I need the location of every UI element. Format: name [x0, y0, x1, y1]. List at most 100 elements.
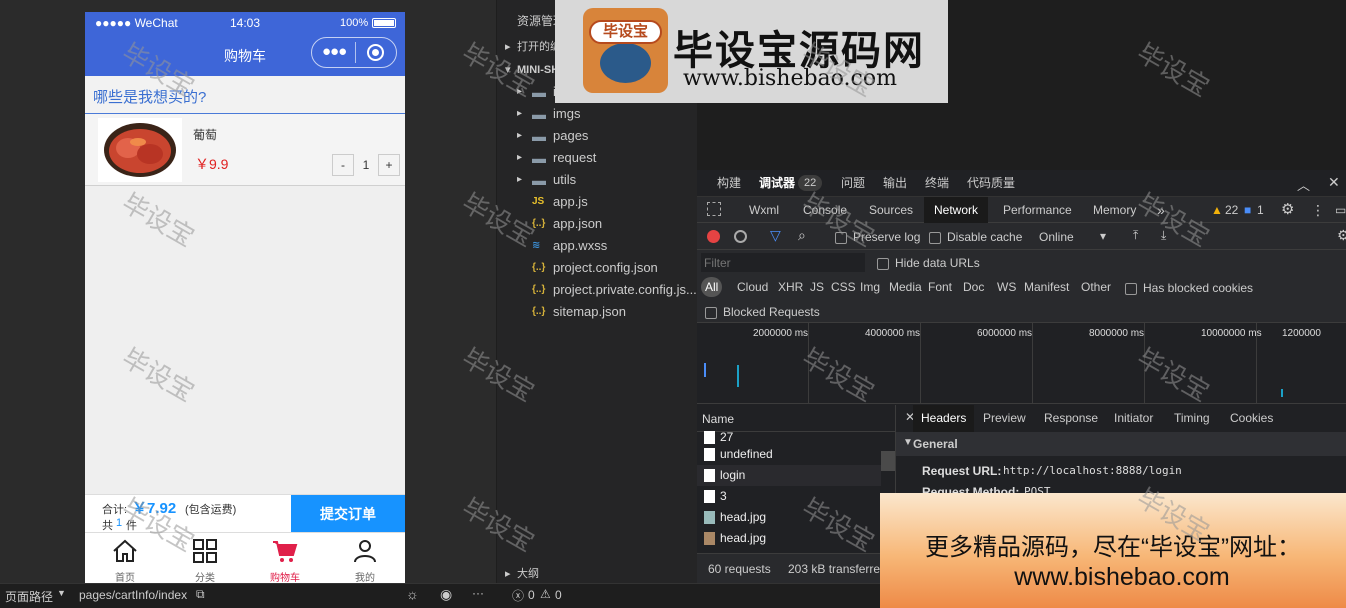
blocked-cookies-checkbox[interactable]	[1125, 281, 1137, 295]
download-icon[interactable]: ⤓	[1161, 228, 1166, 243]
cart-item[interactable]: 葡萄 ￥9.9 - 1 +	[85, 114, 405, 186]
page-path-value[interactable]: pages/cartInfo/index	[79, 588, 187, 602]
tab-build[interactable]: 构建	[717, 170, 741, 196]
tab-console[interactable]: Console	[803, 197, 847, 223]
detail-tab-initiator[interactable]: Initiator	[1106, 405, 1161, 432]
tab-debugger[interactable]: 调试器	[759, 170, 795, 196]
request-row[interactable]: head.jpg	[697, 528, 881, 549]
tab-sources[interactable]: Sources	[869, 197, 913, 223]
explorer-item-project-config-json[interactable]: {..} project.config.json	[497, 257, 697, 279]
tab-output[interactable]: 输出	[883, 170, 907, 196]
tab-memory[interactable]: Memory	[1093, 197, 1136, 223]
explorer-item-app-wxss[interactable]: ≋ app.wxss	[497, 235, 697, 257]
type-filter-manifest[interactable]: Manifest	[1020, 277, 1073, 297]
name-column-header[interactable]: Name	[702, 412, 734, 426]
tab-problems[interactable]: 问题	[841, 170, 865, 196]
dock-icon[interactable]: ▭	[1335, 197, 1346, 223]
type-filter-xhr[interactable]: XHR	[774, 277, 807, 297]
clear-icon[interactable]	[734, 230, 747, 243]
detail-tab-cookies[interactable]: Cookies	[1222, 405, 1281, 432]
explorer-item-app-json[interactable]: {..} app.json	[497, 213, 697, 235]
caret-down-icon[interactable]: ▼	[57, 588, 66, 598]
search-icon[interactable]: ⌕	[798, 227, 806, 244]
qty-minus-button[interactable]: -	[332, 154, 354, 176]
type-filter-other[interactable]: Other	[1077, 277, 1115, 297]
checkbox[interactable]	[929, 231, 941, 244]
tab-home[interactable]: 首页	[85, 533, 165, 583]
more-icon[interactable]: ···	[472, 586, 484, 600]
explorer-item-pages[interactable]: ▸ ▬ pages	[497, 125, 697, 147]
kebab-menu-icon[interactable]: ⋮	[1311, 197, 1325, 223]
type-filter-font[interactable]: Font	[924, 277, 956, 297]
close-miniprogram-icon[interactable]	[367, 44, 384, 61]
detail-tab-timing[interactable]: Timing	[1166, 405, 1218, 432]
request-row[interactable]: head.jpg	[697, 507, 881, 528]
warning-count[interactable]: 0	[555, 588, 562, 602]
chevron-up-icon[interactable]: ︿	[1297, 175, 1310, 194]
explorer-item-utils[interactable]: ▸ ▬ utils	[497, 169, 697, 191]
explorer-item-request[interactable]: ▸ ▬ request	[497, 147, 697, 169]
submit-order-button[interactable]: 提交订单	[291, 495, 405, 533]
checkbox[interactable]	[877, 257, 889, 270]
tab-terminal[interactable]: 终端	[925, 170, 949, 196]
more-dots-icon[interactable]: ●●●	[322, 43, 347, 60]
page-path-label[interactable]: 页面路径	[5, 588, 53, 605]
filter-icon[interactable]: ▽	[770, 227, 781, 244]
filter-input[interactable]	[701, 253, 865, 272]
more-tabs-icon[interactable]: »	[1157, 197, 1165, 223]
general-section-header[interactable]: ▼ General	[896, 432, 1346, 456]
request-list-scrollbar[interactable]	[881, 451, 895, 471]
tab-network[interactable]: Network	[924, 197, 989, 223]
caret-down-icon[interactable]: ▾	[1100, 229, 1106, 243]
explorer-item-imgs[interactable]: ▸ ▬ imgs	[497, 103, 697, 125]
type-filter-ws[interactable]: WS	[993, 277, 1020, 297]
eye-icon[interactable]: ◉	[440, 586, 452, 603]
request-row[interactable]: login	[697, 465, 881, 486]
type-filter-js[interactable]: JS	[806, 277, 828, 297]
info-count[interactable]: 1	[1257, 197, 1264, 223]
error-count[interactable]: 0	[528, 588, 535, 602]
type-filter-cloud[interactable]: Cloud	[733, 277, 772, 297]
type-filter-css[interactable]: CSS	[827, 277, 860, 297]
checkbox[interactable]	[705, 306, 717, 319]
wechat-capsule[interactable]: ●●●	[311, 37, 397, 68]
explorer-item-project-private-config-js-[interactable]: {..} project.private.config.js...	[497, 279, 697, 301]
copy-icon[interactable]: ⧉	[196, 587, 205, 602]
outline-section[interactable]: ▸ 大纲	[497, 563, 697, 585]
tab-code-quality[interactable]: 代码质量	[967, 170, 1015, 196]
explorer-item-app-js[interactable]: JS app.js	[497, 191, 697, 213]
detail-tab-headers[interactable]: Headers	[913, 405, 975, 432]
network-timeline[interactable]: 2000000 ms 4000000 ms 6000000 ms 8000000 ms…	[697, 323, 1346, 404]
settings-icon[interactable]: ⚙	[1337, 227, 1346, 244]
preserve-log-checkbox[interactable]	[835, 230, 847, 244]
type-filter-doc[interactable]: Doc	[959, 277, 988, 297]
warning-count[interactable]: 22	[1225, 197, 1238, 223]
request-row[interactable]: undefined	[697, 444, 881, 465]
checkbox[interactable]	[835, 231, 847, 244]
throttle-select[interactable]: Online	[1039, 230, 1074, 244]
tab-category[interactable]: 分类	[165, 533, 245, 583]
detail-tab-preview[interactable]: Preview	[975, 405, 1034, 432]
bug-icon[interactable]: ☼	[406, 586, 419, 602]
type-filter-all[interactable]: All	[701, 277, 723, 297]
tab-performance[interactable]: Performance	[1003, 197, 1072, 223]
upload-icon[interactable]: ⤒	[1133, 228, 1138, 243]
inspect-icon[interactable]	[707, 202, 721, 216]
request-row[interactable]: 3	[697, 486, 881, 507]
gear-icon[interactable]: ⚙	[1281, 197, 1294, 223]
disable-cache-checkbox[interactable]	[929, 230, 941, 244]
tab-mine[interactable]: 我的	[325, 533, 405, 583]
detail-tab-response[interactable]: Response	[1036, 405, 1106, 432]
record-icon[interactable]	[707, 230, 720, 243]
explorer-item-sitemap-json[interactable]: {..} sitemap.json	[497, 301, 697, 323]
close-icon[interactable]: ✕	[1328, 174, 1340, 191]
hide-data-urls-checkbox[interactable]	[877, 256, 889, 270]
qty-plus-button[interactable]: +	[378, 154, 400, 176]
qty-value[interactable]: 1	[355, 154, 377, 176]
tab-wxml[interactable]: Wxml	[749, 197, 779, 223]
checkbox[interactable]	[1125, 282, 1137, 295]
type-filter-media[interactable]: Media	[885, 277, 926, 297]
type-filter-img[interactable]: Img	[856, 277, 884, 297]
blocked-requests-checkbox[interactable]	[705, 305, 717, 319]
tab-cart[interactable]: 购物车	[245, 533, 325, 583]
